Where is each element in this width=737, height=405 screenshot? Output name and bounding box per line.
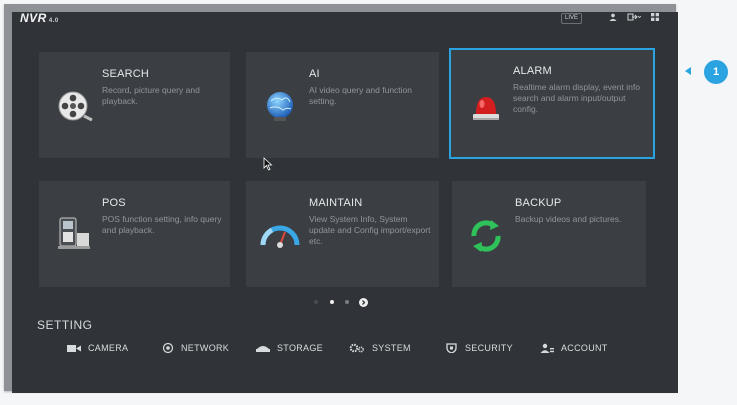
tile-alarm[interactable]: ALARM Realtime alarm display, event info… — [449, 48, 655, 159]
top-bar: NVR 4.0 LIVE — [12, 12, 678, 26]
tile-description: Backup videos and pictures. — [515, 214, 622, 224]
user-icon[interactable] — [608, 12, 618, 22]
setting-account[interactable]: ACCOUNT — [540, 342, 608, 354]
logo-version: 4.0 — [48, 18, 59, 24]
logo-text: NVR — [20, 12, 47, 25]
gear-icon — [349, 343, 364, 353]
tile-title: POS — [102, 197, 126, 209]
storage-icon — [256, 345, 270, 352]
sync-arrows-icon — [471, 220, 501, 252]
setting-label: CAMERA — [88, 343, 129, 353]
tile-description: POS function setting, info query and pla… — [102, 214, 222, 235]
setting-label: ACCOUNT — [561, 343, 608, 353]
tile-title: ALARM — [513, 65, 552, 77]
account-icon — [540, 343, 554, 353]
page-dot[interactable] — [314, 300, 318, 304]
page-dot-active[interactable] — [330, 300, 334, 304]
tile-maintain[interactable]: MAINTAIN View System Info, System update… — [246, 181, 439, 287]
tile-description: View System Info, System update and Conf… — [309, 214, 431, 246]
network-icon — [162, 343, 174, 353]
tile-title: AI — [309, 68, 320, 80]
setting-network[interactable]: NETWORK — [162, 342, 229, 354]
tile-backup[interactable]: BACKUP Backup videos and pictures. — [452, 181, 646, 287]
gauge-icon — [260, 225, 300, 248]
setting-system[interactable]: SYSTEM — [349, 342, 411, 354]
nvr-logo: NVR 4.0 — [20, 12, 59, 25]
tile-description: AI video query and function setting. — [309, 85, 413, 106]
setting-label: SYSTEM — [372, 343, 411, 353]
setting-section-title: SETTING — [37, 318, 93, 332]
tile-description: Record, picture query and playback. — [102, 85, 200, 106]
live-button[interactable]: LIVE — [561, 13, 583, 24]
main-menu-screen: NVR 4.0 LIVE SEARCH Record, picture quer… — [12, 12, 678, 393]
camera-icon — [67, 344, 81, 352]
siren-icon — [473, 97, 499, 120]
mouse-cursor-icon — [263, 157, 273, 171]
nvr-screen-frame: NVR 4.0 LIVE SEARCH Record, picture quer… — [4, 4, 678, 393]
callout-badge: 1 — [704, 60, 728, 84]
tile-pos[interactable]: POS POS function setting, info query and… — [39, 181, 230, 287]
brain-globe-icon — [267, 92, 293, 121]
shield-icon — [446, 343, 457, 353]
tile-description: Realtime alarm display, event info searc… — [513, 82, 640, 114]
film-reel-icon — [58, 91, 93, 122]
next-page-icon[interactable] — [359, 298, 368, 307]
tile-search[interactable]: SEARCH Record, picture query and playbac… — [39, 52, 230, 158]
page-dot[interactable] — [345, 300, 349, 304]
tile-title: MAINTAIN — [309, 197, 363, 209]
pos-terminal-icon — [58, 217, 90, 249]
tile-ai[interactable]: AI AI video query and function setting. — [246, 52, 439, 158]
callout-pointer-icon — [685, 67, 691, 75]
setting-label: STORAGE — [277, 343, 323, 353]
setting-label: SECURITY — [465, 343, 513, 353]
tile-title: SEARCH — [102, 68, 150, 80]
logout-icon[interactable] — [627, 12, 641, 22]
setting-security[interactable]: SECURITY — [445, 342, 513, 354]
grid-icon[interactable] — [650, 12, 660, 22]
tile-title: BACKUP — [515, 197, 562, 209]
setting-camera[interactable]: CAMERA — [67, 342, 128, 354]
setting-label: NETWORK — [181, 343, 230, 353]
setting-storage[interactable]: STORAGE — [256, 342, 323, 354]
